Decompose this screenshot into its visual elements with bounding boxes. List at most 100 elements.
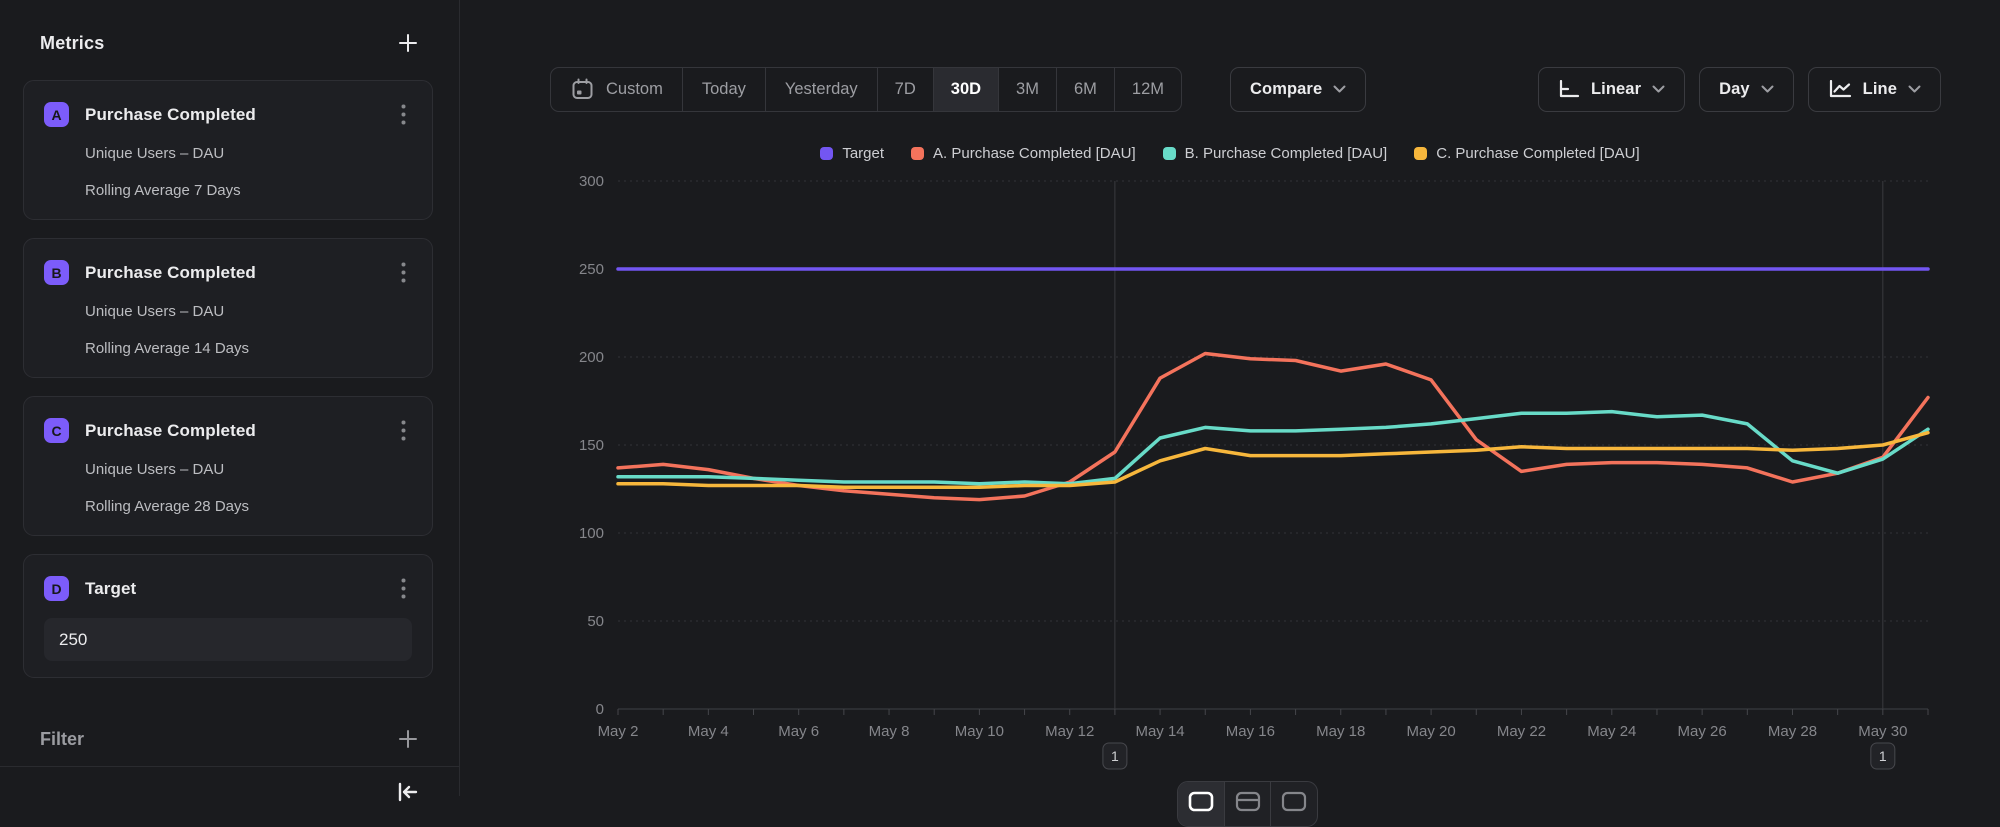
size-large-icon: [1281, 791, 1307, 813]
chevron-down-icon: [1652, 85, 1665, 94]
metric-transform: Rolling Average 7 Days: [85, 182, 412, 199]
target-value-input[interactable]: [44, 618, 412, 661]
range-30d-button[interactable]: 30D: [934, 68, 999, 111]
metric-card-head: A Purchase Completed: [44, 100, 412, 129]
compare-label: Compare: [1250, 80, 1322, 99]
metric-measure: Unique Users – DAU: [85, 461, 412, 478]
metric-menu-button[interactable]: [395, 258, 412, 287]
add-filter-button[interactable]: [395, 726, 421, 752]
x-axis-tick-label: May 28: [1768, 723, 1817, 740]
metric-badge-b: B: [44, 260, 69, 285]
add-metric-button[interactable]: [395, 30, 421, 56]
chevron-down-icon: [1333, 85, 1346, 94]
filter-title: Filter: [40, 729, 84, 750]
scale-label: Linear: [1591, 80, 1641, 99]
plus-icon: [397, 728, 419, 750]
calendar-icon: [570, 77, 595, 102]
range-3m-button[interactable]: 3M: [999, 68, 1057, 111]
x-axis-tick-label: May 16: [1226, 723, 1275, 740]
kebab-menu-icon: [401, 104, 406, 125]
metric-menu-button[interactable]: [395, 574, 412, 603]
metric-transform: Rolling Average 14 Days: [85, 340, 412, 357]
range-today-button[interactable]: Today: [683, 68, 766, 111]
size-medium-icon: [1235, 791, 1261, 813]
x-axis-tick-label: May 2: [598, 723, 639, 740]
metric-menu-button[interactable]: [395, 416, 412, 445]
plus-icon: [397, 32, 419, 54]
chart-type-label: Line: [1863, 80, 1897, 99]
chart-size-small-button[interactable]: [1178, 782, 1225, 826]
chart-size-large-button[interactable]: [1271, 782, 1317, 826]
line-chart-icon: [1828, 80, 1852, 99]
x-axis-tick-label: May 8: [869, 723, 910, 740]
metric-card-b[interactable]: B Purchase Completed Unique Users – DAU …: [23, 238, 433, 378]
target-card[interactable]: D Target: [23, 554, 433, 678]
sidebar-title: Metrics: [40, 33, 104, 54]
x-axis-tick-label: May 20: [1407, 723, 1456, 740]
range-7d-button[interactable]: 7D: [878, 68, 934, 111]
kebab-menu-icon: [401, 262, 406, 283]
metric-card-c[interactable]: C Purchase Completed Unique Users – DAU …: [23, 396, 433, 536]
collapse-left-icon: [392, 774, 422, 804]
y-axis-tick-label: 0: [596, 701, 604, 718]
metric-menu-button[interactable]: [395, 100, 412, 129]
x-axis-tick-label: May 22: [1497, 723, 1546, 740]
compare-button[interactable]: Compare: [1230, 67, 1366, 112]
x-axis-tick-label: May 12: [1045, 723, 1094, 740]
chart-type-select-button[interactable]: Line: [1808, 67, 1941, 112]
metric-measure: Unique Users – DAU: [85, 303, 412, 320]
y-axis-tick-label: 200: [579, 349, 604, 366]
range-label: 3M: [1016, 80, 1039, 99]
linear-scale-icon: [1558, 80, 1580, 99]
x-axis-tick-label: May 30: [1858, 723, 1907, 740]
metric-badge-d: D: [44, 576, 69, 601]
metrics-sidebar: Metrics A Purchase Completed Unique User…: [0, 0, 460, 796]
granularity-label: Day: [1719, 80, 1750, 99]
x-axis-tick-label: May 6: [778, 723, 819, 740]
chart-size-control: [1177, 781, 1318, 827]
range-label: Today: [702, 80, 746, 99]
chevron-down-icon: [1761, 85, 1774, 94]
range-label: 12M: [1132, 80, 1164, 99]
range-label: Custom: [606, 80, 663, 99]
sidebar-header: Metrics: [40, 30, 421, 56]
range-yesterday-button[interactable]: Yesterday: [766, 68, 878, 111]
size-small-icon: [1188, 791, 1214, 813]
metrics-line-chart[interactable]: 050100150200250300May 2May 4May 6May 8Ma…: [460, 130, 2000, 796]
metric-title: Purchase Completed: [85, 263, 256, 283]
chart-size-medium-button[interactable]: [1225, 782, 1272, 826]
y-axis-tick-label: 150: [579, 437, 604, 454]
series-line: [618, 433, 1928, 488]
range-12m-button[interactable]: 12M: [1115, 68, 1181, 111]
y-axis-tick-label: 50: [587, 613, 604, 630]
granularity-select-button[interactable]: Day: [1699, 67, 1794, 112]
target-card-head: D Target: [44, 574, 412, 603]
range-label: 30D: [951, 80, 981, 99]
y-axis-tick-label: 100: [579, 525, 604, 542]
target-title: Target: [85, 579, 136, 599]
metric-transform: Rolling Average 28 Days: [85, 498, 412, 515]
metric-badge-c: C: [44, 418, 69, 443]
annotation-badge-label: 1: [1111, 748, 1119, 764]
y-axis-tick-label: 300: [579, 173, 604, 190]
range-label: Yesterday: [785, 80, 858, 99]
range-custom-button[interactable]: Custom: [551, 68, 683, 111]
collapse-sidebar-button[interactable]: [392, 774, 422, 804]
x-axis-tick-label: May 10: [955, 723, 1004, 740]
x-axis-tick-label: May 18: [1316, 723, 1365, 740]
metric-card-head: B Purchase Completed: [44, 258, 412, 287]
range-6m-button[interactable]: 6M: [1057, 68, 1115, 111]
kebab-menu-icon: [401, 578, 406, 599]
x-axis-tick-label: May 24: [1587, 723, 1636, 740]
scale-select-button[interactable]: Linear: [1538, 67, 1685, 112]
x-axis-tick-label: May 14: [1135, 723, 1184, 740]
metric-title: Purchase Completed: [85, 105, 256, 125]
metric-card-a[interactable]: A Purchase Completed Unique Users – DAU …: [23, 80, 433, 220]
sidebar-divider: [0, 766, 459, 767]
metric-measure: Unique Users – DAU: [85, 145, 412, 162]
metric-badge-a: A: [44, 102, 69, 127]
series-line: [618, 354, 1928, 500]
kebab-menu-icon: [401, 420, 406, 441]
x-axis-tick-label: May 4: [688, 723, 729, 740]
date-range-control: Custom Today Yesterday 7D 30D 3M 6M 12M: [550, 67, 1182, 112]
